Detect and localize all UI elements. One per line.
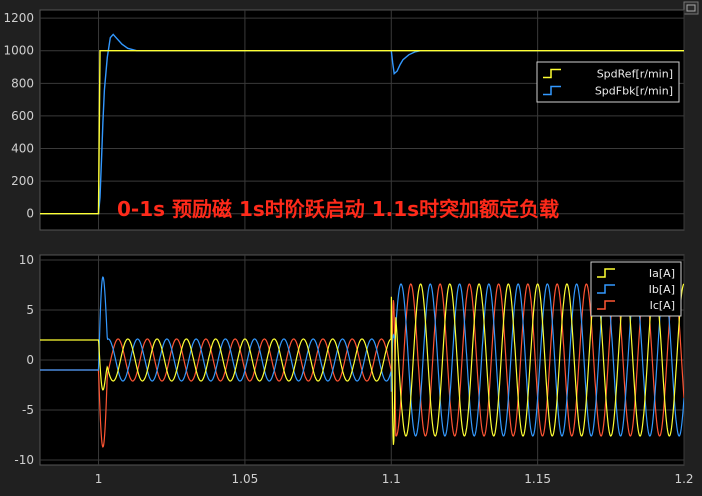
speed-y-tick-label: 400 bbox=[11, 142, 34, 156]
speed-y-tick-label: 600 bbox=[11, 109, 34, 123]
current-y-tick-label: -10 bbox=[14, 453, 34, 467]
speed-y-ticks: 0 200 400 600 800 1000 1200 bbox=[3, 11, 34, 221]
speed-y-tick-label: 0 bbox=[26, 207, 34, 221]
speed-y-tick-label: 200 bbox=[11, 174, 34, 188]
speed-y-tick-label: 1200 bbox=[3, 11, 34, 25]
restore-icon[interactable] bbox=[683, 1, 699, 15]
current-x-tick-label: 1 bbox=[95, 472, 103, 486]
current-legend: Ia[A] Ib[A] Ic[A] bbox=[590, 261, 682, 317]
current-y-tick-label: 10 bbox=[19, 253, 34, 267]
speed-legend-label: SpdFbk[r/min] bbox=[595, 85, 673, 98]
current-x-tick-label: 1.2 bbox=[674, 472, 693, 486]
current-y-tick-label: 5 bbox=[26, 303, 34, 317]
speed-legend-label: SpdRef[r/min] bbox=[597, 68, 673, 81]
current-x-tick-label: 1.05 bbox=[232, 472, 259, 486]
current-legend-label: Ic[A] bbox=[650, 299, 675, 312]
current-x-ticks: 1 1.05 1.1 1.15 1.2 bbox=[95, 472, 694, 486]
current-x-tick-label: 1.15 bbox=[524, 472, 551, 486]
current-y-tick-label: -5 bbox=[22, 403, 34, 417]
current-legend-label: Ia[A] bbox=[649, 267, 675, 280]
speed-legend: SpdRef[r/min] SpdFbk[r/min] bbox=[536, 61, 680, 103]
current-y-tick-label: 0 bbox=[26, 353, 34, 367]
current-legend-label: Ib[A] bbox=[649, 283, 675, 296]
current-y-ticks: -10 -5 0 5 10 bbox=[14, 253, 34, 467]
current-x-tick-label: 1.1 bbox=[382, 472, 401, 486]
speed-y-tick-label: 800 bbox=[11, 76, 34, 90]
speed-y-tick-label: 1000 bbox=[3, 44, 34, 58]
annotation-text: 0-1s 预励磁 1s时阶跃启动 1.1s时突加额定负载 bbox=[117, 197, 559, 221]
scope-figure: 0 200 400 600 800 1000 1200 -10 -5 0 5 10 1 1.05 1.1… bbox=[3, 1, 699, 486]
